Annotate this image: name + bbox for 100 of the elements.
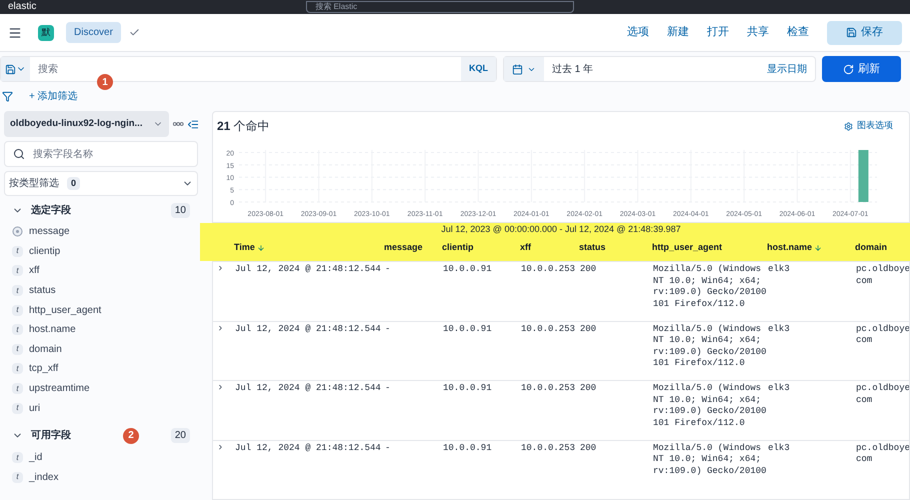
top-menu-link[interactable]: 选项 — [627, 24, 649, 41]
field-type-tag: t — [12, 383, 23, 394]
table-cell-text: pc.oldboye com — [855, 383, 909, 406]
expand-row-toggle[interactable]: › — [213, 383, 233, 440]
table-cell-text: Mozilla/5.0 (Windows NT 10.0; Win64; x64; rv:109.0) Gecko/20100 101 Firefox/112.0 — [652, 324, 766, 370]
refresh-button[interactable]: 刷新 — [822, 56, 901, 82]
field-item[interactable]: t tcp_xff — [4, 359, 198, 379]
field-type-tag: t — [12, 344, 23, 355]
column-header[interactable]: domain — [853, 241, 910, 255]
logo-text[interactable]: elastic — [8, 2, 36, 12]
column-header[interactable]: host.name — [765, 241, 853, 255]
table-cell-text: 10.0.0.253 — [520, 383, 576, 395]
time-span: Jul 12, 2023 @ 00:00:00.000 - Jul 12, 2024 @ 21:48:39.987 — [440, 223, 682, 235]
table-cell-text: - — [384, 383, 392, 395]
field-item[interactable]: t _id — [4, 448, 198, 468]
field-name: http_user_agent — [29, 304, 102, 318]
top-menu-link[interactable]: 打开 — [707, 24, 729, 41]
field-name: tcp_xff — [29, 362, 58, 376]
field-name: upstreamtime — [29, 382, 90, 396]
table-cell-text: - — [384, 264, 392, 276]
annotation-marker: 2 — [123, 428, 139, 444]
table-cell-text: Mozilla/5.0 (Windows NT 10.0; Win64; x64; rv:109.0) Gecko/20100 — [652, 442, 766, 478]
top-menu-link[interactable]: 共享 — [747, 24, 769, 41]
table-cell-text: Jul 12, 2024 @ 21:48:12.544 — [234, 264, 382, 276]
field-search-field[interactable]: 搜索字段名称 — [4, 141, 198, 167]
field-name: status — [29, 284, 56, 298]
field-type-tag: t — [12, 452, 23, 464]
space-avatar[interactable]: 默 — [38, 24, 54, 40]
table-cell-text: elk3 — [767, 442, 791, 454]
show-dates-link[interactable]: 显示日期 — [767, 62, 807, 76]
chart-options-button[interactable]: 图表选项 — [844, 119, 893, 133]
column-header[interactable]: message — [382, 241, 440, 255]
table-cell-text: - — [384, 442, 392, 454]
table-cell-text: 10.0.0.253 — [520, 264, 576, 276]
field-type-icon — [12, 226, 23, 238]
type-filter-dropdown[interactable]: 按类型筛选 0 — [4, 171, 198, 196]
column-header[interactable]: xff — [518, 241, 577, 255]
field-name: _id — [29, 451, 42, 466]
app-breadcrumb[interactable]: Discover — [66, 22, 121, 43]
check-icon — [128, 27, 140, 38]
field-count: 20 — [170, 428, 190, 444]
field-item[interactable]: t uri — [4, 398, 198, 418]
sort-icon — [256, 244, 265, 252]
field-name: host.name — [29, 323, 76, 338]
table-cell-text: pc.oldboye com — [855, 442, 909, 466]
index-pattern-selector[interactable]: oldboyedu-linux92-log-ngin... — [4, 111, 170, 137]
table-cell-text: elk3 — [767, 264, 791, 276]
field-item[interactable]: t domain — [4, 340, 198, 360]
collapse-sidebar-icon[interactable] — [188, 120, 198, 128]
field-item[interactable]: t status — [4, 280, 198, 300]
table-cell-text: elk3 — [767, 324, 791, 336]
field-type-tag: t — [12, 402, 23, 414]
field-type-tag: t — [12, 324, 23, 336]
date-picker[interactable]: 过去 1 年 显示日期 — [503, 56, 816, 82]
column-header[interactable]: status — [577, 241, 650, 255]
table-cell-text: 10.0.0.91 — [442, 264, 493, 276]
refresh-icon — [843, 64, 854, 74]
top-menu-link[interactable]: 检查 — [787, 24, 809, 41]
query-placeholder: 搜索 — [38, 62, 58, 76]
top-menu-link[interactable]: 新建 — [667, 24, 689, 41]
save-icon — [846, 27, 857, 38]
field-item[interactable]: t xff — [4, 261, 198, 281]
expand-row-toggle[interactable]: › — [213, 324, 233, 380]
table-cell-text: pc.oldboye com — [855, 264, 909, 288]
language-toggle[interactable]: KQL — [461, 57, 496, 81]
field-item[interactable]: t host.name — [4, 320, 198, 340]
expand-row-toggle[interactable]: › — [213, 264, 233, 320]
field-item[interactable]: t http_user_agent — [4, 300, 198, 320]
field-name: uri — [29, 402, 40, 416]
save-button[interactable]: 保存 — [827, 20, 902, 44]
table-cell-text: Jul 12, 2024 @ 21:48:12.544 — [234, 324, 382, 336]
annotation-marker: 1 — [97, 74, 113, 90]
field-name: _index — [29, 470, 58, 485]
column-header[interactable]: clientip — [440, 241, 518, 255]
expand-row-toggle[interactable]: › — [213, 442, 233, 499]
time-range: 过去 1 年 — [552, 62, 594, 76]
settings-icon — [844, 122, 853, 130]
table-cell-text: elk3 — [767, 383, 791, 395]
more-options-icon[interactable] — [173, 122, 184, 126]
column-header[interactable]: http_user_agent — [650, 241, 765, 255]
histogram-bar — [858, 150, 868, 202]
field-item[interactable]: t clientip — [4, 242, 198, 262]
column-header[interactable]: Time — [232, 241, 382, 255]
field-type-tag: t — [12, 363, 23, 374]
table-cell-text: 200 — [579, 442, 598, 454]
add-filter-link[interactable]: + 添加筛选 — [29, 88, 78, 104]
section-title: 选定字段 — [31, 203, 71, 218]
type-filter-count: 0 — [67, 176, 80, 190]
menu-icon[interactable] — [8, 26, 22, 40]
field-item[interactable]: message — [4, 222, 198, 242]
global-search-field[interactable]: 搜索 Elastic — [306, 1, 574, 13]
filter-icon[interactable] — [2, 90, 13, 102]
field-item[interactable]: t upstreamtime — [4, 378, 198, 398]
saved-query-icon[interactable] — [1, 57, 30, 81]
field-type-tag: t — [12, 265, 23, 276]
section-title: 可用字段 — [31, 428, 71, 444]
field-item[interactable]: t _index — [4, 468, 198, 488]
calendar-icon[interactable] — [504, 57, 544, 81]
table-cell-text: 10.0.0.253 — [520, 442, 576, 454]
table-cell-text: - — [384, 324, 392, 336]
